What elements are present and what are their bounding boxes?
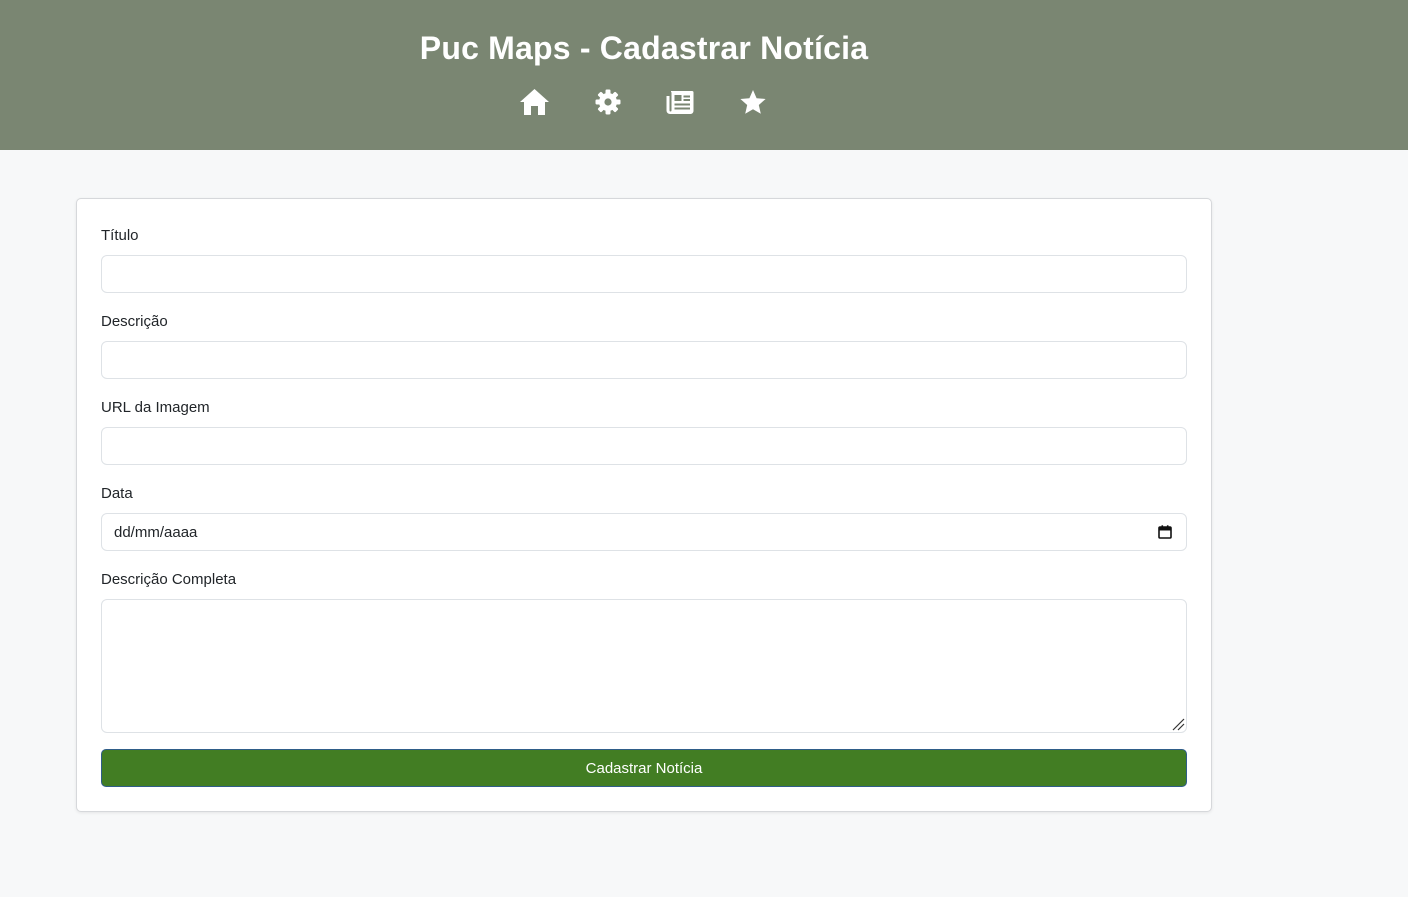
date-input[interactable]: dd/mm/aaaa: [101, 513, 1187, 551]
page-title: Puc Maps - Cadastrar Notícia: [419, 30, 869, 66]
calendar-icon[interactable]: [1158, 525, 1172, 539]
resize-handle-icon[interactable]: [1171, 717, 1185, 731]
newspaper-icon[interactable]: [664, 86, 696, 118]
date-placeholder: dd/mm/aaaa: [114, 524, 198, 541]
url-imagem-input[interactable]: [101, 427, 1187, 465]
header-nav: [0, 86, 1408, 118]
home-icon[interactable]: [518, 86, 550, 118]
news-form-card: Título Descrição URL da Imagem Data dd/m…: [76, 198, 1212, 812]
star-icon[interactable]: [737, 86, 769, 118]
cadastrar-noticia-button[interactable]: Cadastrar Notícia: [101, 749, 1187, 787]
url-imagem-label: URL da Imagem: [101, 399, 210, 416]
descricao-input[interactable]: [101, 341, 1187, 379]
titulo-label: Título: [101, 227, 139, 244]
descricao-label: Descrição: [101, 313, 168, 330]
gear-icon[interactable]: [592, 86, 624, 118]
descricao-completa-label: Descrição Completa: [101, 571, 237, 588]
page-header: Puc Maps - Cadastrar Notícia: [0, 0, 1408, 150]
descricao-completa-textarea[interactable]: [101, 599, 1187, 733]
titulo-input[interactable]: [101, 255, 1187, 293]
data-label: Data: [101, 485, 133, 502]
